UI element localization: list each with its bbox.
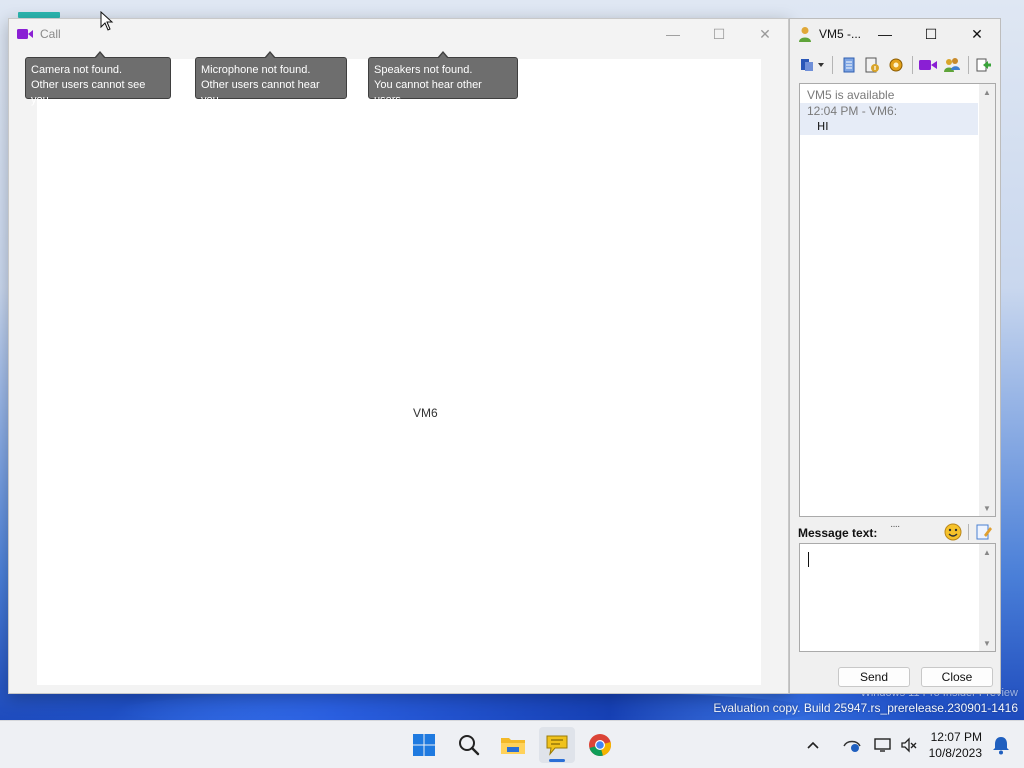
splitter-grip[interactable]: ···· xyxy=(890,521,900,532)
message-label-row: Message text: ···· xyxy=(798,521,994,543)
toolbar-separator xyxy=(832,56,833,74)
system-tray xyxy=(804,721,920,768)
watermark-build: Evaluation copy. Build 25947.rs_prerelea… xyxy=(713,701,1018,715)
taskbar-clock[interactable]: 12:07 PM 10/8/2023 xyxy=(929,729,982,761)
microphone-not-found-tooltip: Microphone not found. Other users cannot… xyxy=(195,51,347,106)
notification-bell-icon[interactable] xyxy=(992,735,1010,758)
close-button[interactable]: ✕ xyxy=(954,19,1000,49)
close-chat-button[interactable]: Close xyxy=(921,667,993,687)
text-caret xyxy=(808,552,809,567)
call-video-area[interactable]: VM6 xyxy=(37,59,761,685)
chat-window: VM5 -... — ☐ ✕ VM5 is available 12:04 PM… xyxy=(789,18,1001,694)
toolbar-separator xyxy=(967,56,969,74)
smiley-icon[interactable] xyxy=(944,523,962,541)
chat-message: 12:04 PM - VM6: HI xyxy=(800,103,978,135)
text-format-icon[interactable] xyxy=(975,523,993,541)
scroll-down-arrow-icon[interactable]: ▼ xyxy=(979,635,995,651)
minimize-button[interactable]: — xyxy=(650,19,696,49)
exit-icon[interactable] xyxy=(974,54,994,76)
scroll-up-arrow-icon[interactable]: ▲ xyxy=(979,544,995,560)
chat-titlebar[interactable]: VM5 -... — ☐ ✕ xyxy=(790,19,1000,49)
message-input-scrollbar[interactable]: ▲ ▼ xyxy=(979,544,995,651)
contact-user-icon xyxy=(798,26,812,42)
message-input[interactable]: ▲ ▼ xyxy=(799,543,996,652)
tooltip-detail: Other users cannot hear you. xyxy=(201,79,320,106)
message-text-label: Message text: xyxy=(798,526,878,540)
clock-time: 12:07 PM xyxy=(930,730,982,744)
tooltip-title: Microphone not found. xyxy=(201,64,311,76)
chat-log-scrollbar[interactable]: ▲ ▼ xyxy=(979,84,995,516)
message-meta: 12:04 PM - VM6: xyxy=(807,104,898,118)
speakers-not-found-tooltip: Speakers not found. You cannot hear othe… xyxy=(368,51,518,106)
network-info-icon[interactable] xyxy=(836,737,868,753)
maximize-button[interactable]: ☐ xyxy=(908,19,954,49)
messenger-app-icon[interactable] xyxy=(539,727,575,763)
tooltip-title: Speakers not found. xyxy=(374,64,473,76)
chrome-icon[interactable] xyxy=(582,727,618,763)
chat-toolbar xyxy=(800,53,994,77)
presence-status: VM5 is available xyxy=(807,88,895,102)
volume-muted-icon[interactable] xyxy=(898,737,920,753)
close-button[interactable]: ✕ xyxy=(742,19,788,49)
participant-name: VM6 xyxy=(413,406,438,420)
scroll-down-arrow-icon[interactable]: ▼ xyxy=(979,500,995,516)
toolbar-separator xyxy=(968,524,969,540)
start-icon[interactable] xyxy=(406,727,442,763)
chat-log-content: VM5 is available 12:04 PM - VM6: HI xyxy=(800,84,978,516)
tooltip-title: Camera not found. xyxy=(31,64,123,76)
history-icon[interactable] xyxy=(839,54,859,76)
maximize-button[interactable]: ☐ xyxy=(696,19,742,49)
scroll-up-arrow-icon[interactable]: ▲ xyxy=(979,84,995,100)
mouse-pointer-icon xyxy=(100,11,114,31)
tooltip-detail: Other users cannot see you. xyxy=(31,79,146,106)
call-window: Call — ☐ ✕ VM6 Camera not found. Other u… xyxy=(8,18,789,694)
user-info-icon[interactable] xyxy=(862,54,882,76)
file-explorer-icon[interactable] xyxy=(495,727,531,763)
taskbar: 12:07 PM 10/8/2023 xyxy=(0,720,1024,768)
toolbar-separator xyxy=(911,56,913,74)
show-hidden-icons-chevron[interactable] xyxy=(804,741,822,749)
camera-not-found-tooltip: Camera not found. Other users cannot see… xyxy=(25,51,171,106)
tooltip-detail: You cannot hear other users. xyxy=(374,79,482,106)
clock-date: 10/8/2023 xyxy=(928,746,982,760)
call-window-controls: — ☐ ✕ xyxy=(650,19,788,49)
send-button[interactable]: Send xyxy=(838,667,910,687)
minimize-button[interactable]: — xyxy=(862,19,908,49)
add-users-icon[interactable] xyxy=(942,54,962,76)
plugins-icon[interactable] xyxy=(886,54,906,76)
search-icon[interactable] xyxy=(451,727,487,763)
call-titlebar[interactable]: Call — ☐ ✕ xyxy=(9,19,788,49)
message-text: HI xyxy=(817,120,829,133)
display-icon[interactable] xyxy=(868,737,898,753)
video-camera-icon xyxy=(17,28,33,40)
chat-history-log[interactable]: VM5 is available 12:04 PM - VM6: HI ▲ ▼ xyxy=(799,83,996,517)
video-call-icon[interactable] xyxy=(918,54,938,76)
call-window-title: Call xyxy=(40,27,61,41)
chat-window-title: VM5 -... xyxy=(819,27,862,41)
send-file-menu-icon[interactable] xyxy=(800,54,826,76)
chat-window-controls: — ☐ ✕ xyxy=(862,19,1000,49)
